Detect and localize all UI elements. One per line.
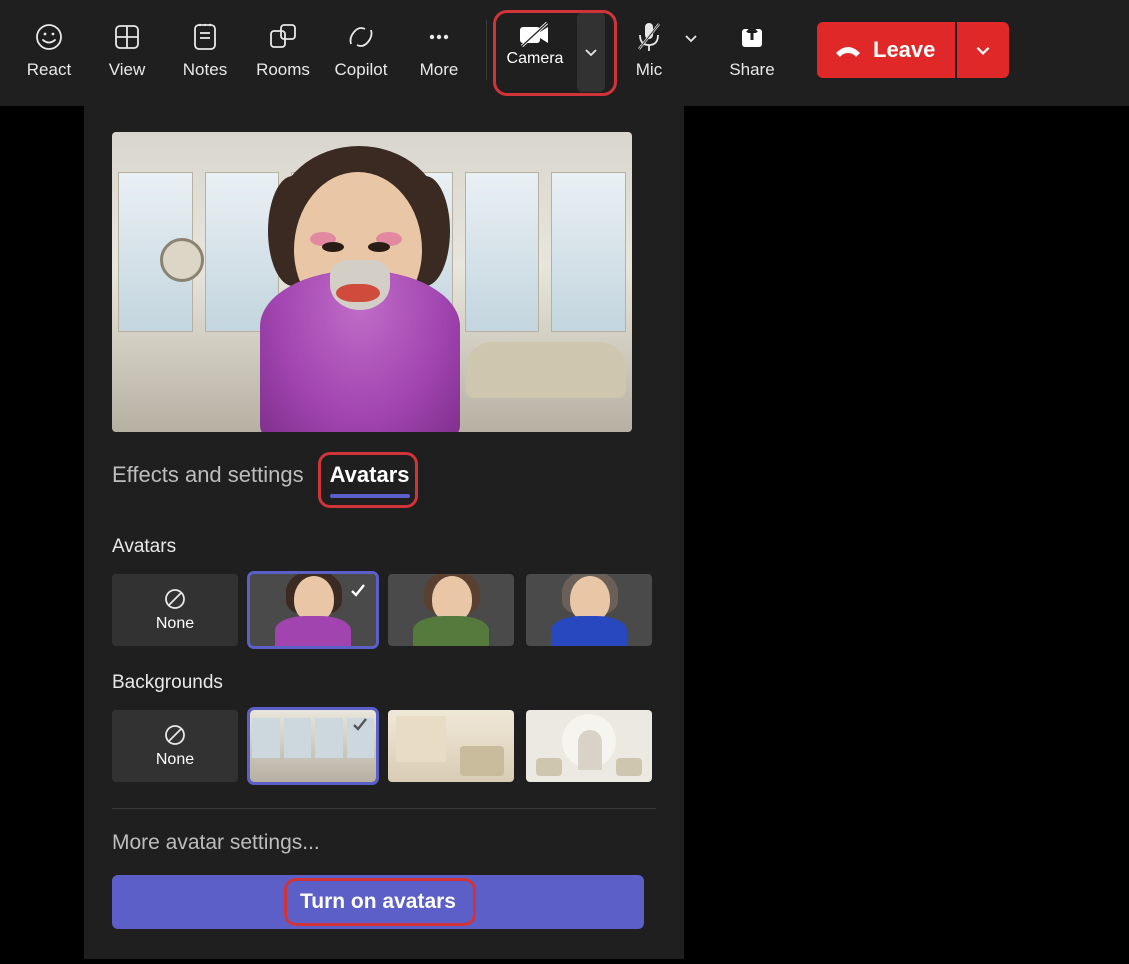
background-options: None — [112, 710, 656, 782]
copilot-button[interactable]: Copilot — [322, 12, 400, 86]
hangup-icon — [833, 39, 863, 61]
copilot-label: Copilot — [335, 60, 388, 80]
avatars-section-label: Avatars — [112, 536, 656, 558]
leave-button[interactable]: Leave — [817, 22, 955, 78]
background-option-3[interactable] — [526, 710, 652, 782]
notes-label: Notes — [183, 60, 227, 80]
panel-tabs: Effects and settings Avatars — [112, 462, 656, 506]
turn-on-avatars-label: Turn on avatars — [300, 890, 456, 914]
check-icon — [348, 580, 368, 600]
mic-label: Mic — [636, 60, 662, 80]
leave-label: Leave — [873, 37, 935, 63]
mic-group: Mic — [619, 12, 703, 86]
notes-icon — [191, 20, 219, 54]
mic-dropdown[interactable] — [679, 12, 703, 46]
react-label: React — [27, 60, 71, 80]
chevron-down-icon — [974, 41, 992, 59]
divider — [112, 808, 656, 809]
tab-effects-and-settings[interactable]: Effects and settings — [112, 462, 304, 506]
camera-label: Camera — [507, 50, 564, 68]
more-avatar-settings[interactable]: More avatar settings... — [112, 831, 656, 855]
share-label: Share — [729, 60, 774, 80]
tab-avatars[interactable]: Avatars — [330, 462, 410, 506]
prohibit-icon — [163, 723, 187, 747]
avatar-options: None — [112, 574, 656, 646]
avatar-option-1[interactable] — [250, 574, 376, 646]
chevron-down-icon — [583, 44, 599, 60]
meeting-toolbar: React View Notes — [0, 0, 1129, 106]
camera-dropdown[interactable] — [577, 12, 605, 92]
check-icon — [350, 714, 370, 734]
grid-icon — [112, 20, 142, 54]
none-label: None — [156, 615, 194, 633]
mic-button[interactable]: Mic — [619, 12, 679, 86]
camera-settings-panel: Effects and settings Avatars Avatars Non… — [84, 106, 684, 959]
background-option-2[interactable] — [388, 710, 514, 782]
avatar-option-2[interactable] — [388, 574, 514, 646]
avatar-option-3[interactable] — [526, 574, 652, 646]
toolbar-separator — [486, 20, 487, 80]
rooms-icon — [268, 20, 298, 54]
background-option-1[interactable] — [250, 710, 376, 782]
mic-off-icon — [635, 20, 663, 54]
camera-off-icon — [517, 20, 553, 50]
avatar-preview — [112, 132, 632, 432]
view-label: View — [109, 60, 146, 80]
camera-button[interactable]: Camera — [495, 12, 575, 74]
prohibit-icon — [163, 587, 187, 611]
none-label: None — [156, 751, 194, 769]
leave-dropdown[interactable] — [957, 22, 1009, 78]
copilot-icon — [345, 20, 377, 54]
turn-on-avatars-button[interactable]: Turn on avatars — [112, 875, 644, 929]
rooms-button[interactable]: Rooms — [244, 12, 322, 86]
chevron-down-icon — [683, 30, 699, 46]
more-label: More — [420, 60, 459, 80]
react-button[interactable]: React — [10, 12, 88, 86]
view-button[interactable]: View — [88, 12, 166, 86]
camera-group: Camera — [495, 12, 605, 98]
background-option-none[interactable]: None — [112, 710, 238, 782]
more-icon — [424, 20, 454, 54]
rooms-label: Rooms — [256, 60, 310, 80]
avatar-option-none[interactable]: None — [112, 574, 238, 646]
smile-icon — [34, 20, 64, 54]
share-icon — [737, 20, 767, 54]
more-button[interactable]: More — [400, 12, 478, 86]
notes-button[interactable]: Notes — [166, 12, 244, 86]
backgrounds-section-label: Backgrounds — [112, 672, 656, 694]
tab-avatars-label: Avatars — [330, 462, 410, 487]
share-button[interactable]: Share — [713, 12, 791, 86]
